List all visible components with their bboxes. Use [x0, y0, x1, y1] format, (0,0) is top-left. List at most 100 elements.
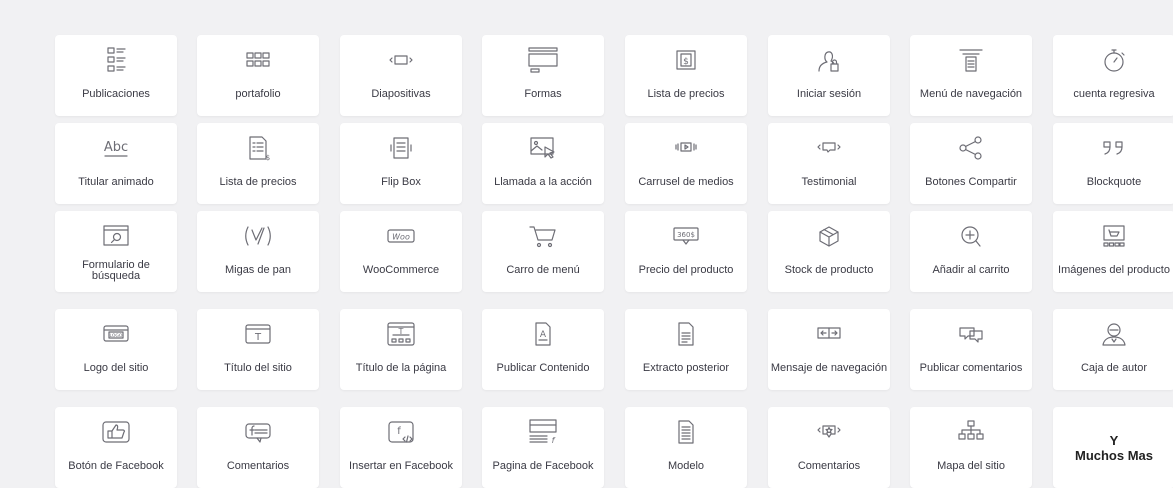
- widget-card[interactable]: Iniciar sesión: [768, 35, 890, 116]
- widgets-grid: Publicaciones portafolio Diapositivas Forma…: [0, 0, 1173, 488]
- widget-card[interactable]: $ Lista de precios: [625, 35, 747, 116]
- svg-text:A: A: [540, 330, 547, 340]
- widget-card[interactable]: Botones Compartir: [910, 123, 1032, 204]
- widget-card[interactable]: Comentarios: [197, 407, 319, 488]
- widget-label: Modelo: [667, 460, 705, 472]
- icon-text: T: [398, 327, 404, 336]
- widget-card[interactable]: Llamada a la acción: [482, 123, 604, 204]
- widget-card[interactable]: Caja de autor: [1053, 309, 1173, 390]
- widget-label: Mapa del sitio: [937, 460, 1005, 472]
- widget-card[interactable]: Mapa del sitio: [910, 407, 1032, 488]
- widget-card[interactable]: Stock de producto: [768, 211, 890, 292]
- price-table-icon: $: [625, 43, 747, 77]
- widget-label: Precio del producto: [638, 264, 734, 276]
- widget-label: Publicar Contenido: [496, 362, 590, 374]
- product-price-icon: 360$: [625, 219, 747, 253]
- widget-card[interactable]: Migas de pan: [197, 211, 319, 292]
- widget-card[interactable]: Diapositivas: [340, 35, 462, 116]
- widget-card[interactable]: Mensaje de navegación: [768, 309, 890, 390]
- call-to-action-icon: [482, 131, 604, 165]
- widget-card[interactable]: Abc Titular animado: [55, 123, 177, 204]
- add-to-cart-icon: [910, 219, 1032, 253]
- widget-card[interactable]: Woo WooCommerce: [340, 211, 462, 292]
- widget-label: Publicaciones: [82, 88, 150, 100]
- widget-label: Lista de precios: [647, 88, 725, 100]
- breadcrumbs-icon: [197, 219, 319, 253]
- widget-card[interactable]: Añadir al carrito: [910, 211, 1032, 292]
- widget-card[interactable]: Menú de navegación: [910, 35, 1032, 116]
- widget-card[interactable]: Comentarios: [768, 407, 890, 488]
- widget-card[interactable]: Publicaciones: [55, 35, 177, 116]
- widget-card[interactable]: Flip Box: [340, 123, 462, 204]
- login-icon: [768, 43, 890, 77]
- menu-cart-icon: [482, 219, 604, 253]
- widget-label: Menú de navegación: [919, 88, 1023, 100]
- widget-card[interactable]: LOGO Logo del sitio: [55, 309, 177, 390]
- product-stock-icon: [768, 219, 890, 253]
- facebook-embed-icon: f: [340, 415, 462, 449]
- site-title-icon: T: [197, 317, 319, 351]
- widget-card[interactable]: Extracto posterior: [625, 309, 747, 390]
- widget-card[interactable]: Imágenes del producto: [1053, 211, 1173, 292]
- author-box-icon: [1053, 317, 1173, 351]
- widget-card[interactable]: Formulario de búsqueda: [55, 211, 177, 292]
- widget-card[interactable]: Modelo: [625, 407, 747, 488]
- icon-text: Abc: [104, 140, 128, 155]
- widget-label: Diapositivas: [371, 88, 431, 100]
- icon-text: Woo: [392, 233, 410, 242]
- widget-label: Comentarios: [797, 460, 861, 472]
- widget-card[interactable]: Botón de Facebook: [55, 407, 177, 488]
- sitemap-icon: [910, 415, 1032, 449]
- icon-text: LOGO: [110, 333, 123, 339]
- forms-icon: [482, 43, 604, 77]
- widget-card[interactable]: f Insertar en Facebook: [340, 407, 462, 488]
- page-title-icon: T: [340, 317, 462, 351]
- icon-text: f: [552, 436, 556, 445]
- widget-card[interactable]: Carro de menú: [482, 211, 604, 292]
- widget-card[interactable]: Blockquote: [1053, 123, 1173, 204]
- svg-text:$: $: [683, 57, 689, 67]
- media-carousel-icon: [625, 131, 747, 165]
- widget-card[interactable]: Testimonial: [768, 123, 890, 204]
- widget-label: Imágenes del producto: [1058, 264, 1170, 276]
- widget-label: Caja de autor: [1080, 362, 1148, 374]
- posts-icon: [55, 43, 177, 77]
- facebook-button-icon: [55, 415, 177, 449]
- site-logo-icon: LOGO: [55, 317, 177, 351]
- widget-label: cuenta regresiva: [1073, 88, 1155, 100]
- widget-label: Extracto posterior: [642, 362, 730, 374]
- widget-card[interactable]: T Título de la página: [340, 309, 462, 390]
- widget-card[interactable]: portafolio: [197, 35, 319, 116]
- widget-label: portafolio: [235, 88, 281, 100]
- post-comments-icon: [910, 317, 1032, 351]
- widget-label: Carrusel de medios: [638, 176, 734, 188]
- widget-card[interactable]: Formas: [482, 35, 604, 116]
- widget-card[interactable]: cuenta regresiva: [1053, 35, 1173, 116]
- icon-text: 360$: [677, 231, 695, 239]
- widget-label: Lista de precios: [219, 176, 297, 188]
- widget-card[interactable]: Carrusel de medios: [625, 123, 747, 204]
- widget-label: Testimonial: [801, 176, 857, 188]
- widget-label: Carro de menú: [506, 264, 580, 276]
- widget-card[interactable]: A Publicar Contenido: [482, 309, 604, 390]
- widget-card[interactable]: f Pagina de Facebook: [482, 407, 604, 488]
- flip-box-icon: [340, 131, 462, 165]
- widget-label: Insertar en Facebook: [349, 460, 453, 472]
- widget-card[interactable]: Publicar comentarios: [910, 309, 1032, 390]
- post-excerpt-icon: [625, 317, 747, 351]
- widget-label: Formulario de búsqueda: [82, 258, 150, 282]
- widget-label: Botones Compartir: [925, 176, 1017, 188]
- widget-card[interactable]: 360$ Precio del producto: [625, 211, 747, 292]
- countdown-icon: [1053, 43, 1173, 77]
- post-content-icon: A: [482, 317, 604, 351]
- widget-card[interactable]: T Título del sitio: [197, 309, 319, 390]
- widget-card[interactable]: $ Lista de precios: [197, 123, 319, 204]
- widget-label: Iniciar sesión: [796, 88, 862, 100]
- nav-menu-icon: [910, 43, 1032, 77]
- widget-label: Stock de producto: [784, 264, 874, 276]
- blockquote-icon: [1053, 131, 1173, 165]
- template-icon: [625, 415, 747, 449]
- widget-card[interactable]: Y Muchos Mas: [1053, 407, 1173, 488]
- widget-label: Título del sitio: [224, 362, 292, 374]
- widget-label: Título de la página: [355, 362, 447, 374]
